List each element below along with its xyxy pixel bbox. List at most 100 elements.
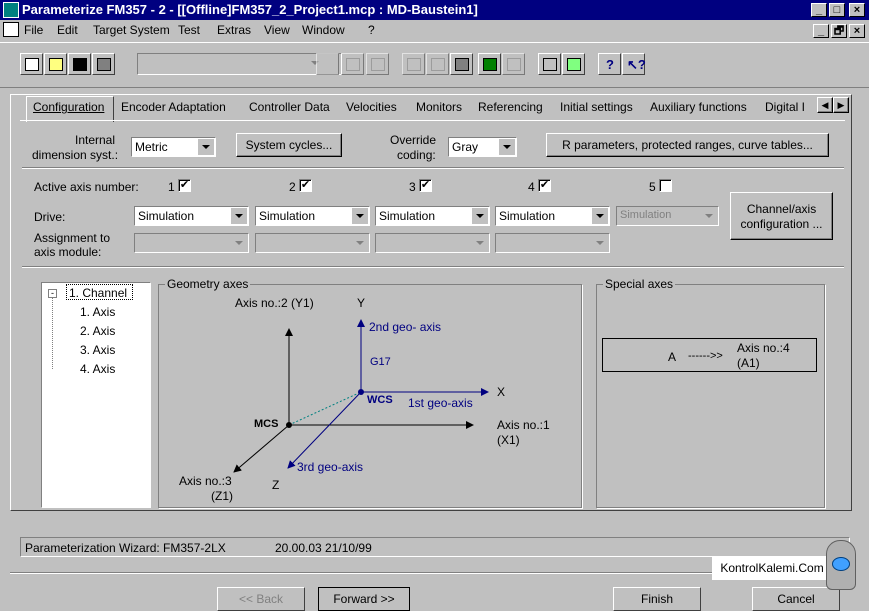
override-coding-dropdown bbox=[499, 139, 515, 155]
help-button[interactable]: ? bbox=[598, 53, 621, 75]
axis-3-checkbox[interactable]: ✔ bbox=[419, 179, 432, 192]
wcs-origin bbox=[358, 389, 364, 395]
cut-button[interactable] bbox=[402, 53, 425, 75]
menu-help[interactable]: ? bbox=[368, 23, 375, 37]
status-wizard: Parameterization Wizard: FM357-2LX bbox=[25, 541, 226, 555]
forward-button[interactable]: Forward >> bbox=[318, 587, 410, 611]
tab-digital[interactable]: Digital I bbox=[765, 100, 805, 114]
drive-1-select[interactable]: Simulation bbox=[134, 206, 249, 226]
finish-button[interactable]: Finish bbox=[613, 587, 701, 611]
tool-dropdown[interactable] bbox=[316, 53, 339, 75]
doc-restore-button[interactable]: 🗗 bbox=[831, 24, 847, 38]
wcs-label: WCS bbox=[367, 394, 393, 406]
axis-5-checkbox[interactable] bbox=[659, 179, 672, 192]
special-axis-name: A bbox=[668, 350, 677, 364]
tab-auxiliary-functions[interactable]: Auxiliary functions bbox=[650, 100, 747, 114]
open-button[interactable] bbox=[44, 53, 67, 75]
assign-3-select bbox=[375, 233, 490, 253]
channel-axis-label-1: Channel/axis bbox=[746, 202, 817, 216]
axis-4-checkbox[interactable]: ✔ bbox=[538, 179, 551, 192]
internal-label-1: Internal bbox=[75, 133, 116, 147]
print-button[interactable] bbox=[92, 53, 115, 75]
monitor-button[interactable] bbox=[562, 53, 585, 75]
upload-button[interactable] bbox=[502, 53, 525, 75]
axis-3-label-1: Axis no.:3 bbox=[179, 474, 232, 488]
assign-1-select bbox=[134, 233, 249, 253]
tab-encoder-adaptation[interactable]: Encoder Adaptation bbox=[121, 100, 226, 114]
g17-label: G17 bbox=[370, 356, 391, 368]
r-parameters-button[interactable]: R parameters, protected ranges, curve ta… bbox=[546, 133, 829, 157]
toolbar-combo[interactable] bbox=[137, 53, 342, 75]
compare-button[interactable] bbox=[538, 53, 561, 75]
drive-label: Drive: bbox=[34, 210, 66, 224]
paste-icon bbox=[455, 58, 469, 71]
new-button[interactable] bbox=[20, 53, 43, 75]
tree-axis-4[interactable]: 4. Axis bbox=[80, 362, 115, 376]
maximize-button[interactable]: □ bbox=[829, 3, 845, 17]
menu-file[interactable]: File bbox=[24, 23, 43, 37]
open-icon bbox=[49, 58, 63, 71]
back-button[interactable]: << Back bbox=[217, 587, 305, 611]
tab-monitors[interactable]: Monitors bbox=[416, 100, 462, 114]
copy-button[interactable] bbox=[426, 53, 449, 75]
special-axes-group: Special axes bbox=[596, 277, 825, 508]
download-button[interactable] bbox=[478, 53, 501, 75]
replace-button[interactable] bbox=[366, 53, 389, 75]
tab-scroll-right-button[interactable]: ▶ bbox=[833, 97, 849, 113]
context-help-icon: ↖? bbox=[627, 57, 646, 72]
drive-1-value: Simulation bbox=[138, 209, 195, 223]
geo1-label: 1st geo-axis bbox=[408, 396, 473, 410]
tree-axis-1[interactable]: 1. Axis bbox=[80, 305, 115, 319]
close-button[interactable]: × bbox=[849, 3, 865, 17]
doc-minimize-button[interactable]: _ bbox=[813, 24, 829, 38]
drive-4-select[interactable]: Simulation bbox=[495, 206, 610, 226]
menu-window[interactable]: Window bbox=[302, 23, 345, 37]
monitor-icon bbox=[567, 58, 581, 71]
tab-scroll-left-button[interactable]: ◀ bbox=[817, 97, 833, 113]
tab-velocities[interactable]: Velocities bbox=[346, 100, 397, 114]
collapse-icon[interactable]: - bbox=[48, 289, 57, 298]
axis-5-number: 5 bbox=[649, 180, 656, 194]
new-icon bbox=[25, 58, 39, 71]
axis-1-number: 1 bbox=[168, 180, 175, 194]
tab-initial-settings[interactable]: Initial settings bbox=[560, 100, 633, 114]
menu-extras[interactable]: Extras bbox=[217, 23, 251, 37]
override-coding-select[interactable]: Gray bbox=[448, 137, 517, 157]
tab-divider bbox=[20, 120, 845, 121]
drive-2-value: Simulation bbox=[259, 209, 316, 223]
doc-close-button[interactable]: × bbox=[849, 24, 865, 38]
tree-axis-2[interactable]: 2. Axis bbox=[80, 324, 115, 338]
copy-icon bbox=[431, 58, 445, 71]
active-axis-label: Active axis number: bbox=[34, 180, 139, 194]
tab-controller-data[interactable]: Controller Data bbox=[249, 100, 330, 114]
context-help-button[interactable]: ↖? bbox=[622, 53, 646, 75]
cancel-button[interactable]: Cancel bbox=[752, 587, 840, 611]
tree-channel-1[interactable]: 1. Channel bbox=[69, 286, 127, 300]
tree-axis-3[interactable]: 3. Axis bbox=[80, 343, 115, 357]
drive-2-select[interactable]: Simulation bbox=[255, 206, 370, 226]
drive-3-select[interactable]: Simulation bbox=[375, 206, 490, 226]
tab-referencing[interactable]: Referencing bbox=[478, 100, 543, 114]
find-button[interactable] bbox=[341, 53, 364, 75]
drive-4-value: Simulation bbox=[499, 209, 556, 223]
axis-2-checkbox[interactable]: ✔ bbox=[299, 179, 312, 192]
internal-dimension-select[interactable]: Metric bbox=[131, 137, 216, 157]
tab-configuration[interactable]: Configuration bbox=[33, 100, 104, 114]
assign-4-dropdown bbox=[592, 235, 608, 251]
system-cycles-button[interactable]: System cycles... bbox=[236, 133, 342, 157]
download-icon bbox=[483, 58, 497, 71]
axis-1-checkbox[interactable]: ✔ bbox=[178, 179, 191, 192]
channel-axis-config-button[interactable]: Channel/axis configuration ... bbox=[730, 192, 833, 240]
assign-2-dropdown bbox=[352, 235, 368, 251]
minimize-button[interactable]: _ bbox=[811, 3, 827, 17]
assignment-label-1: Assignment to bbox=[34, 231, 111, 245]
save-button[interactable] bbox=[68, 53, 91, 75]
axis-3-label-2: (Z1) bbox=[211, 489, 233, 503]
menu-edit[interactable]: Edit bbox=[57, 23, 78, 37]
drive-5-dropdown bbox=[701, 208, 717, 224]
menu-target-system[interactable]: Target System bbox=[93, 23, 170, 37]
internal-label-2: dimension syst.: bbox=[32, 148, 119, 162]
menu-view[interactable]: View bbox=[264, 23, 290, 37]
paste-button[interactable] bbox=[450, 53, 473, 75]
menu-test[interactable]: Test bbox=[178, 23, 200, 37]
